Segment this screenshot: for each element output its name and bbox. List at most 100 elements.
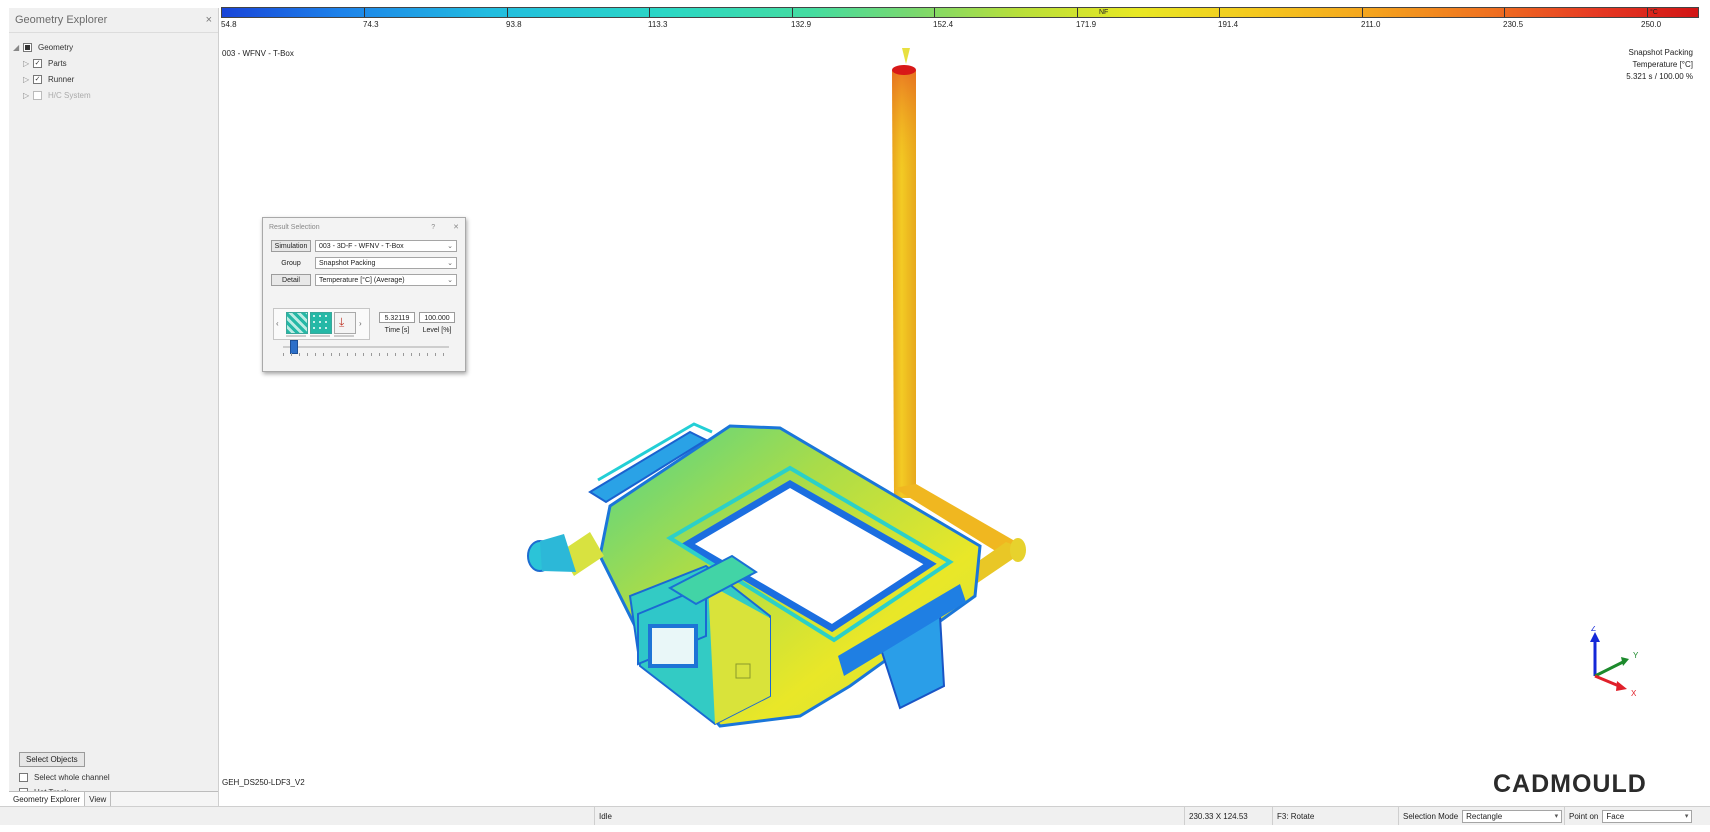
collapse-icon[interactable]: ◢ <box>13 43 23 52</box>
axis-label-z: Z <box>1591 626 1596 633</box>
chevron-down-icon: ▾ <box>1554 812 1559 820</box>
scale-label: 54.8 <box>221 20 237 29</box>
scale-label: 171.9 <box>1076 20 1097 29</box>
scale-label: 93.8 <box>506 20 522 29</box>
tree-label: Parts <box>48 58 67 68</box>
expand-icon[interactable]: ▷ <box>23 91 33 100</box>
status-state: Idle <box>594 807 1184 825</box>
temperature-model-view[interactable] <box>520 36 1140 776</box>
animation-controls: ‹ › <box>273 308 370 340</box>
result-time-level: 5.321 s / 100.00 % <box>1626 72 1693 81</box>
snapshot-mode-icon[interactable] <box>310 312 332 334</box>
chevron-down-icon: ⌄ <box>447 277 453 284</box>
unit-marker: °C <box>1650 9 1658 16</box>
scale-label: 113.3 <box>648 20 668 29</box>
previous-icon[interactable]: ‹ <box>276 319 279 328</box>
selection-mode-label: Selection Mode <box>1403 811 1459 821</box>
geometry-tree: ◢ Geometry ▷ ✓ Parts ▷ ✓ Runner ▷ H/C Sy… <box>9 33 218 109</box>
simulation-select[interactable]: 003 - 3D-F - WFNV - T-Box ⌄ <box>315 240 457 252</box>
expand-icon[interactable]: ▷ <box>23 75 33 84</box>
cadmould-logo: CADMOULD <box>1493 770 1647 798</box>
status-hint: F3: Rotate <box>1272 807 1398 825</box>
tree-checkbox-parts[interactable]: ✓ <box>33 58 42 68</box>
scale-label: 191.4 <box>1218 20 1239 29</box>
tree-label: Geometry <box>38 42 74 52</box>
scale-label: 132.9 <box>791 20 812 29</box>
animation-mode-icon[interactable] <box>286 312 308 334</box>
axis-label-y: Y <box>1633 651 1639 660</box>
selection-mode-value: Rectangle <box>1466 811 1503 821</box>
selection-mode-select[interactable]: Rectangle ▾ <box>1462 809 1563 823</box>
tree-label: H/C System <box>48 90 91 100</box>
point-on-value: Face <box>1606 811 1625 821</box>
tree-checkbox-geometry[interactable] <box>23 42 32 52</box>
scale-label: 250.0 <box>1641 20 1662 29</box>
level-label: Level [%] <box>422 327 452 334</box>
scale-label: 74.3 <box>363 20 379 29</box>
tree-item-hc-system[interactable]: ▷ H/C System <box>13 87 214 103</box>
x-axis <box>1594 674 1620 688</box>
time-input[interactable]: 5.32119 <box>379 312 415 323</box>
color-scale-labels: 54.8 74.3 93.8 113.3 132.9 152.4 171.9 1… <box>221 20 1699 32</box>
group-select[interactable]: Snapshot Packing ⌄ <box>315 257 457 269</box>
time-slider-track[interactable] <box>283 346 449 348</box>
point-on-label: Point on <box>1569 811 1599 821</box>
level-input[interactable]: 100.000 <box>419 312 455 323</box>
result-group: Snapshot Packing <box>1628 48 1694 57</box>
close-icon[interactable]: × <box>206 14 212 26</box>
axis-triad: Z Y X <box>1590 626 1639 696</box>
status-dimensions-text: 230.33 X 124.53 <box>1189 811 1248 821</box>
time-slider-ticks <box>283 353 449 356</box>
status-hint-text: F3: Rotate <box>1277 811 1315 821</box>
tree-item-runner[interactable]: ▷ ✓ Runner <box>13 71 214 87</box>
selection-mode: Selection Mode Rectangle ▾ <box>1398 807 1564 825</box>
detail-button[interactable]: Detail <box>271 274 311 286</box>
temperature-color-scale: NF °C <box>221 7 1699 18</box>
help-icon[interactable]: ? <box>431 224 435 231</box>
select-objects-button[interactable]: Select Objects <box>19 752 85 767</box>
no-flow-marker: NF <box>1099 9 1109 16</box>
simulation-select-value: 003 - 3D-F - WFNV - T-Box <box>319 242 404 250</box>
point-on-select[interactable]: Face ▾ <box>1602 809 1693 823</box>
sprue <box>892 48 1026 584</box>
select-whole-channel-checkbox[interactable] <box>19 773 28 782</box>
expand-icon[interactable]: ▷ <box>23 59 33 68</box>
tree-checkbox-hc-system[interactable] <box>33 90 42 100</box>
select-whole-channel-label: Select whole channel <box>34 773 110 782</box>
dialog-title: Result Selection <box>269 223 320 231</box>
tree-item-geometry[interactable]: ◢ Geometry <box>13 39 214 55</box>
next-icon[interactable]: › <box>359 319 362 328</box>
simulation-name: 003 - WFNV - T-Box <box>222 49 294 58</box>
part-name: GEH_DS250-LDF3_V2 <box>222 778 305 787</box>
group-label: Group <box>281 259 301 267</box>
group-row: Group Snapshot Packing ⌄ <box>263 256 465 270</box>
simulation-row: Simulation 003 - 3D-F - WFNV - T-Box ⌄ <box>263 239 465 253</box>
time-slider-handle[interactable] <box>289 340 298 354</box>
time-label: Time [s] <box>384 327 410 334</box>
point-on: Point on Face ▾ <box>1564 807 1704 825</box>
result-info: Snapshot Packing Temperature [°C] 5.321 … <box>1626 47 1693 83</box>
simulation-button[interactable]: Simulation <box>271 240 311 252</box>
panel-title-bar: Geometry Explorer × <box>9 8 218 33</box>
result-selection-dialog: Result Selection ? ✕ Simulation 003 - 3D… <box>262 217 466 372</box>
detail-select-value: Temperature [°C] (Average) <box>319 276 405 284</box>
dialog-title-bar: Result Selection ? ✕ <box>263 218 465 236</box>
group-select-value: Snapshot Packing <box>319 259 376 267</box>
close-icon[interactable]: ✕ <box>453 223 459 231</box>
chevron-down-icon: ⌄ <box>447 260 453 267</box>
chevron-down-icon: ⌄ <box>447 243 453 250</box>
status-dimensions: 230.33 X 124.53 <box>1184 807 1272 825</box>
status-bar: Idle 230.33 X 124.53 F3: Rotate Selectio… <box>0 806 1710 825</box>
tree-checkbox-runner[interactable]: ✓ <box>33 74 42 84</box>
export-animation-icon[interactable] <box>334 312 356 334</box>
detail-select[interactable]: Temperature [°C] (Average) ⌄ <box>315 274 457 286</box>
select-whole-channel-option[interactable]: Select whole channel <box>19 773 110 782</box>
detail-row: Detail Temperature [°C] (Average) ⌄ <box>263 273 465 287</box>
tree-item-parts[interactable]: ▷ ✓ Parts <box>13 55 214 71</box>
panel-title: Geometry Explorer <box>15 14 108 26</box>
scale-label: 211.0 <box>1361 20 1381 29</box>
y-axis <box>1594 660 1624 678</box>
scale-label: 152.4 <box>933 20 954 29</box>
result-quantity: Temperature [°C] <box>1632 60 1693 69</box>
status-state-text: Idle <box>599 811 612 821</box>
